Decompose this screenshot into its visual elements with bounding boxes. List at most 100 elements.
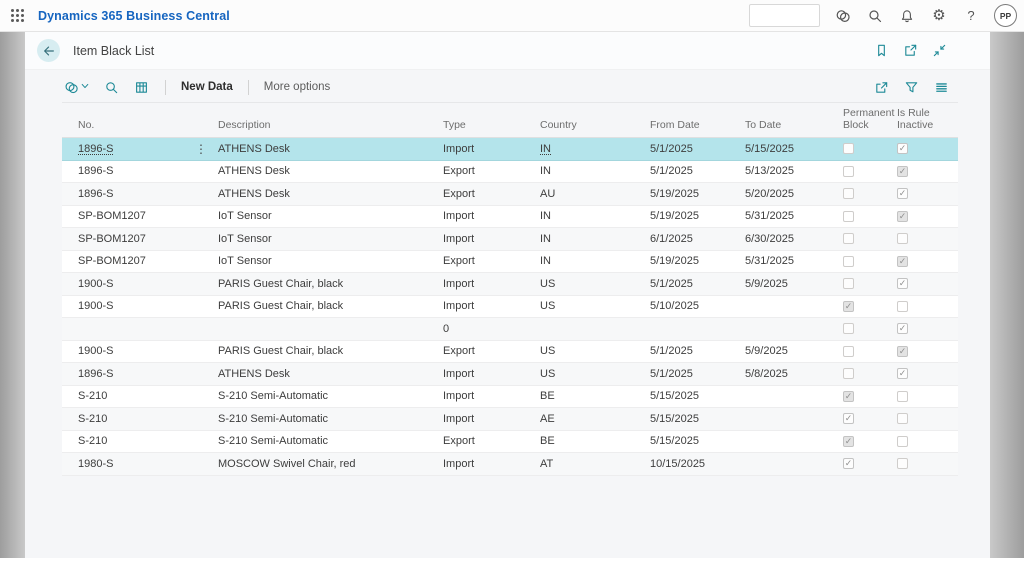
column-header-is_rule_inactive[interactable]: Is Rule Inactive: [892, 107, 958, 132]
table-row[interactable]: 1896-SATHENS DeskExportAU5/19/20255/20/2…: [62, 183, 958, 206]
cell-to_date[interactable]: [745, 296, 835, 318]
checkbox-permanent_block[interactable]: [843, 368, 854, 379]
cell-from_date[interactable]: 5/19/2025: [650, 183, 745, 205]
notifications-icon[interactable]: [898, 7, 916, 25]
cell-country[interactable]: IN: [540, 206, 650, 228]
cell-country[interactable]: [540, 318, 650, 340]
cell-description[interactable]: ATHENS Desk: [218, 161, 443, 183]
checkbox-permanent_block[interactable]: [843, 301, 854, 312]
cell-country[interactable]: AT: [540, 453, 650, 475]
cell-country[interactable]: US: [540, 363, 650, 385]
cell-country[interactable]: AE: [540, 408, 650, 430]
cell-to_date[interactable]: [745, 386, 835, 408]
settings-icon[interactable]: ⚙: [930, 7, 948, 25]
cell-is_rule_inactive[interactable]: [892, 206, 958, 228]
cell-to_date[interactable]: 5/20/2025: [745, 183, 835, 205]
cell-type[interactable]: Import: [443, 206, 540, 228]
cell-type[interactable]: Import: [443, 408, 540, 430]
cell-type[interactable]: Import: [443, 453, 540, 475]
cell-country[interactable]: US: [540, 296, 650, 318]
avatar[interactable]: PP: [994, 4, 1017, 27]
cell-permanent_block[interactable]: [835, 431, 892, 453]
cell-description[interactable]: S-210 Semi-Automatic: [218, 408, 443, 430]
cell-is_rule_inactive[interactable]: [892, 273, 958, 295]
cell-is_rule_inactive[interactable]: [892, 183, 958, 205]
cell-description[interactable]: IoT Sensor: [218, 251, 443, 273]
cell-is_rule_inactive[interactable]: [892, 363, 958, 385]
column-header-no[interactable]: No.: [62, 119, 218, 132]
checkbox-permanent_block[interactable]: [843, 233, 854, 244]
more-options-button[interactable]: More options: [264, 81, 330, 93]
cell-no[interactable]: S-210: [62, 431, 218, 453]
cell-country[interactable]: IN: [540, 138, 650, 160]
cell-description[interactable]: IoT Sensor: [218, 228, 443, 250]
table-row[interactable]: 1900-SPARIS Guest Chair, blackImportUS5/…: [62, 296, 958, 319]
cell-permanent_block[interactable]: [835, 273, 892, 295]
cell-permanent_block[interactable]: [835, 318, 892, 340]
checkbox-permanent_block[interactable]: [843, 166, 854, 177]
cell-to_date[interactable]: [745, 318, 835, 340]
column-header-from_date[interactable]: From Date: [650, 119, 745, 132]
cell-to_date[interactable]: [745, 431, 835, 453]
cell-country[interactable]: AU: [540, 183, 650, 205]
cell-country[interactable]: US: [540, 341, 650, 363]
checkbox-permanent_block[interactable]: [843, 323, 854, 334]
cell-is_rule_inactive[interactable]: [892, 251, 958, 273]
table-row[interactable]: 1896-SATHENS DeskExportIN5/1/20255/13/20…: [62, 161, 958, 184]
cell-no[interactable]: 1980-S: [62, 453, 218, 475]
collapse-icon[interactable]: [931, 42, 948, 59]
topbar-search-input[interactable]: [749, 4, 820, 27]
cell-no[interactable]: 1900-S: [62, 341, 218, 363]
cell-type[interactable]: Export: [443, 161, 540, 183]
cell-is_rule_inactive[interactable]: [892, 138, 958, 160]
filter-icon[interactable]: [903, 79, 920, 96]
column-header-country[interactable]: Country: [540, 119, 650, 132]
cell-country[interactable]: IN: [540, 228, 650, 250]
cell-no[interactable]: 1900-S: [62, 273, 218, 295]
cell-to_date[interactable]: 5/31/2025: [745, 251, 835, 273]
cell-to_date[interactable]: [745, 408, 835, 430]
checkbox-is_rule_inactive[interactable]: [897, 256, 908, 267]
cell-to_date[interactable]: 5/31/2025: [745, 206, 835, 228]
new-data-button[interactable]: New Data: [181, 81, 233, 93]
cell-from_date[interactable]: 6/1/2025: [650, 228, 745, 250]
checkbox-is_rule_inactive[interactable]: [897, 346, 908, 357]
cell-description[interactable]: IoT Sensor: [218, 206, 443, 228]
app-launcher-icon[interactable]: [0, 0, 34, 32]
row-menu-icon[interactable]: ⋮: [195, 143, 207, 155]
cell-is_rule_inactive[interactable]: [892, 161, 958, 183]
cell-is_rule_inactive[interactable]: [892, 431, 958, 453]
cell-description[interactable]: PARIS Guest Chair, black: [218, 341, 443, 363]
cell-description[interactable]: ATHENS Desk: [218, 138, 443, 160]
checkbox-is_rule_inactive[interactable]: [897, 211, 908, 222]
cell-permanent_block[interactable]: [835, 296, 892, 318]
cell-permanent_block[interactable]: [835, 161, 892, 183]
cell-from_date[interactable]: 5/19/2025: [650, 251, 745, 273]
cell-from_date[interactable]: 5/1/2025: [650, 273, 745, 295]
search-icon[interactable]: [866, 7, 884, 25]
checkbox-permanent_block[interactable]: [843, 391, 854, 402]
checkbox-is_rule_inactive[interactable]: [897, 391, 908, 402]
checkbox-is_rule_inactive[interactable]: [897, 413, 908, 424]
table-row[interactable]: 1900-SPARIS Guest Chair, blackExportUS5/…: [62, 341, 958, 364]
cell-is_rule_inactive[interactable]: [892, 296, 958, 318]
cell-from_date[interactable]: 5/15/2025: [650, 386, 745, 408]
bookmark-icon[interactable]: [873, 42, 890, 59]
copilot-menu-button[interactable]: [64, 78, 90, 96]
cell-country[interactable]: IN: [540, 161, 650, 183]
table-row[interactable]: S-210S-210 Semi-AutomaticImportAE5/15/20…: [62, 408, 958, 431]
cell-permanent_block[interactable]: [835, 206, 892, 228]
cell-description[interactable]: PARIS Guest Chair, black: [218, 273, 443, 295]
checkbox-permanent_block[interactable]: [843, 413, 854, 424]
cell-permanent_block[interactable]: [835, 453, 892, 475]
list-search-icon[interactable]: [103, 79, 120, 96]
help-icon[interactable]: ?: [962, 7, 980, 25]
cell-permanent_block[interactable]: [835, 251, 892, 273]
cell-type[interactable]: Export: [443, 183, 540, 205]
column-header-permanent_block[interactable]: Permanent Block: [835, 107, 892, 132]
cell-from_date[interactable]: 5/15/2025: [650, 431, 745, 453]
cell-country[interactable]: US: [540, 273, 650, 295]
cell-from_date[interactable]: 5/19/2025: [650, 206, 745, 228]
analyze-icon[interactable]: [133, 79, 150, 96]
column-header-description[interactable]: Description: [218, 119, 443, 132]
